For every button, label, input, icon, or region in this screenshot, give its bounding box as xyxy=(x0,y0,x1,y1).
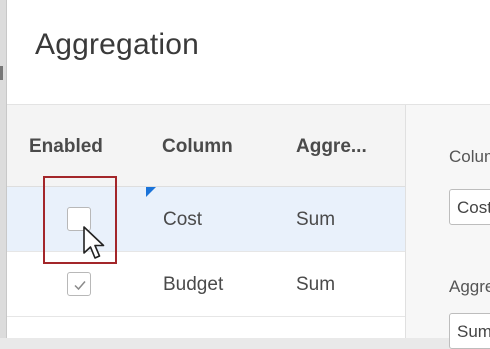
aggregate-field-label: Aggregate xyxy=(449,277,490,296)
aggregate-field-value: Sum xyxy=(457,322,490,341)
cell-column: Budget xyxy=(163,274,224,295)
column-field-label: Column xyxy=(449,147,490,166)
mouse-pointer-icon xyxy=(83,226,105,259)
cell-aggregate[interactable]: Sum xyxy=(296,274,335,296)
modified-indicator xyxy=(146,187,156,197)
cell-column: Cost xyxy=(163,209,203,230)
column-field-value: Cost xyxy=(457,198,490,217)
aggregation-dialog: Aggregation Enabled Column Aggre... Cost… xyxy=(6,0,490,349)
checkmark-icon xyxy=(74,281,86,291)
aggregate-field[interactable]: Sum xyxy=(449,313,490,349)
properties-panel: Column Cost Aggregate Sum xyxy=(406,105,490,349)
background-window-edge xyxy=(0,66,3,80)
header-enabled[interactable]: Enabled xyxy=(29,136,103,158)
header-aggregate[interactable]: Aggre... xyxy=(296,136,367,158)
enabled-checkbox-budget[interactable] xyxy=(67,272,91,296)
column-field[interactable]: Cost xyxy=(449,189,490,225)
cell-aggregate[interactable]: Sum xyxy=(296,209,335,231)
dialog-title: Aggregation xyxy=(35,28,199,61)
header-column[interactable]: Column xyxy=(162,136,233,158)
grid-header: Enabled Column Aggre... xyxy=(7,105,405,187)
